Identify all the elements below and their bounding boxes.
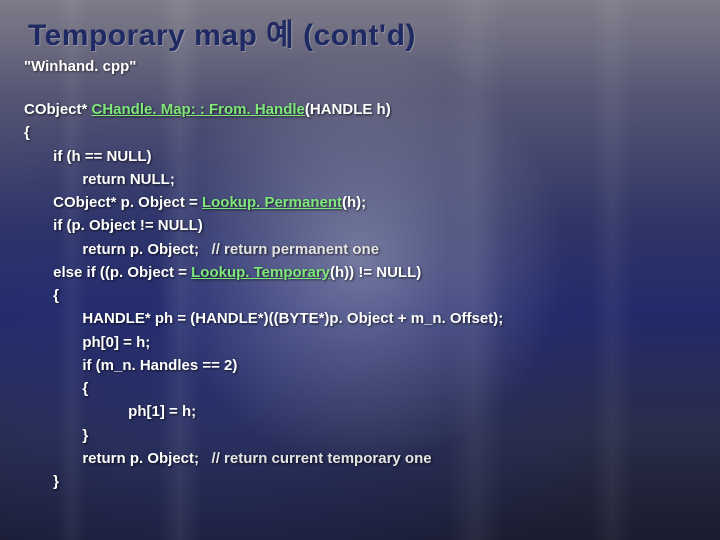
- slide-title: Temporary map 예 (cont'd): [28, 10, 416, 54]
- code-text: }: [24, 427, 88, 444]
- code-text: return NULL;: [24, 171, 175, 188]
- code-text: }: [24, 473, 59, 490]
- code-block: CObject* CHandle. Map: : From. Handle(HA…: [24, 98, 700, 493]
- code-text: {: [24, 124, 30, 141]
- code-text: if (m_n. Handles == 2): [24, 357, 237, 374]
- code-text: HANDLE* ph = (HANDLE*)((BYTE*)p. Object …: [24, 310, 503, 327]
- code-text: if (p. Object != NULL): [24, 217, 203, 234]
- fn-lookup-temporary: Lookup. Temporary: [191, 264, 330, 281]
- code-comment: // return permanent one: [212, 241, 380, 258]
- fn-lookup-permanent: Lookup. Permanent: [202, 194, 342, 211]
- code-text: ph[0] = h;: [24, 334, 150, 351]
- code-text: CObject* p. Object =: [24, 194, 202, 211]
- code-text: if (h == NULL): [24, 148, 152, 165]
- code-text: else if ((p. Object =: [24, 264, 191, 281]
- code-text: (h)) != NULL): [330, 264, 421, 281]
- code-text: (HANDLE h): [305, 101, 391, 118]
- code-text: return p. Object;: [24, 450, 212, 467]
- code-text: (h);: [342, 194, 366, 211]
- slide: Temporary map 예 (cont'd) "Winhand. cpp" …: [0, 0, 720, 540]
- code-text: return p. Object;: [24, 241, 212, 258]
- code-text: {: [24, 287, 59, 304]
- fn-fromhandle: CHandle. Map: : From. Handle: [92, 101, 305, 118]
- code-comment: // return current temporary one: [212, 450, 432, 467]
- code-text: {: [24, 380, 88, 397]
- code-text: CObject*: [24, 101, 92, 118]
- slide-subtitle: "Winhand. cpp": [24, 58, 136, 75]
- code-text: ph[1] = h;: [24, 403, 196, 420]
